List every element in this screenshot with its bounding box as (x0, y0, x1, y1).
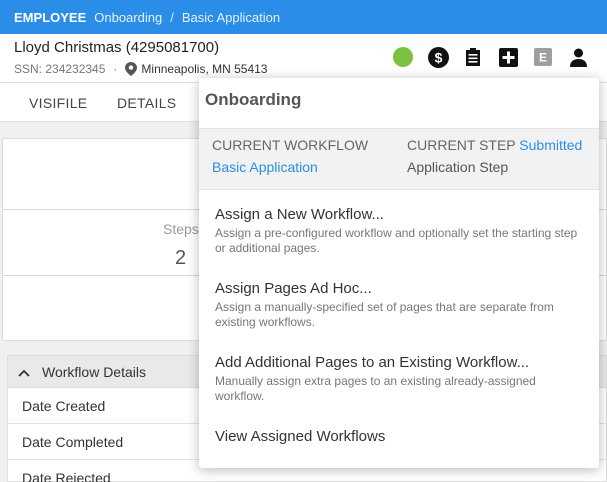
employee-name: Lloyd Christmas (4295081700) (14, 39, 220, 56)
person-icon[interactable] (567, 46, 589, 68)
current-step-status: Submitted (519, 137, 583, 153)
steps-count: 2 (175, 247, 187, 269)
chevron-up-icon (18, 364, 30, 380)
assign-new-workflow-option[interactable]: Assign a New Workflow... Assign a pre-co… (215, 206, 585, 256)
current-workflow-link[interactable]: Basic Application (212, 159, 318, 175)
view-assigned-workflows-option[interactable]: View Assigned Workflows (215, 428, 585, 445)
employee-meta: SSN: 234232345 · Minneapolis, MN 55413 (14, 62, 267, 76)
row-label: Date Completed (22, 433, 124, 450)
row-label: Date Created (22, 397, 106, 414)
employee-ssn: SSN: 234232345 (14, 62, 106, 76)
breadcrumb-onboarding[interactable]: Onboarding (94, 10, 162, 25)
current-workflow-label: CURRENT WORKFLOW (212, 137, 369, 153)
option-title: View Assigned Workflows (215, 428, 386, 445)
location-pin-icon (125, 62, 138, 76)
current-workflow-info: CURRENT WORKFLOW Basic Application CURRE… (199, 128, 599, 190)
option-title: Add Additional Pages to an Existing Work… (215, 354, 530, 371)
current-step-label-group: CURRENT STEP Submitted (407, 137, 582, 153)
breadcrumb-root[interactable]: EMPLOYEE (14, 10, 86, 25)
add-additional-pages-option[interactable]: Add Additional Pages to an Existing Work… (215, 354, 585, 404)
onboarding-popup: Onboarding CURRENT WORKFLOW Basic Applic… (199, 78, 599, 468)
popup-title: Onboarding (205, 90, 302, 109)
status-online-icon[interactable] (392, 46, 414, 68)
row-label: Date Rejected (22, 469, 111, 482)
header-icon-bar: $ E (392, 46, 602, 68)
breadcrumb-basic-application[interactable]: Basic Application (182, 10, 280, 25)
workflow-details-title: Workflow Details (42, 363, 146, 380)
breadcrumb-separator: / (170, 9, 174, 25)
tab-details[interactable]: DETAILS (117, 95, 176, 111)
e-badge-icon[interactable]: E (532, 46, 554, 68)
dollar-icon[interactable]: $ (427, 46, 449, 68)
option-title: Assign a New Workflow... (215, 206, 384, 223)
employee-location: Minneapolis, MN 55413 (141, 62, 268, 76)
steps-label: Steps (163, 221, 199, 237)
assign-pages-ad-hoc-option[interactable]: Assign Pages Ad Hoc... Assign a manually… (215, 280, 585, 330)
employee-header: Lloyd Christmas (4295081700) SSN: 234232… (0, 34, 607, 82)
current-step-value: Application Step (407, 159, 509, 175)
meta-separator: · (113, 62, 118, 76)
current-step-label: CURRENT STEP (407, 137, 516, 153)
option-description: Assign a manually-specified set of pages… (215, 300, 554, 329)
option-title: Assign Pages Ad Hoc... (215, 280, 372, 297)
tab-visifile[interactable]: VISIFILE (29, 95, 87, 111)
svg-text:E: E (539, 51, 547, 65)
option-description: Assign a pre-configured workflow and opt… (215, 226, 578, 255)
add-icon[interactable] (497, 46, 519, 68)
option-description: Manually assign extra pages to an existi… (215, 374, 536, 403)
clipboard-icon[interactable] (462, 46, 484, 68)
svg-text:$: $ (434, 49, 442, 65)
breadcrumb-bar: EMPLOYEE Onboarding / Basic Application (0, 0, 607, 34)
